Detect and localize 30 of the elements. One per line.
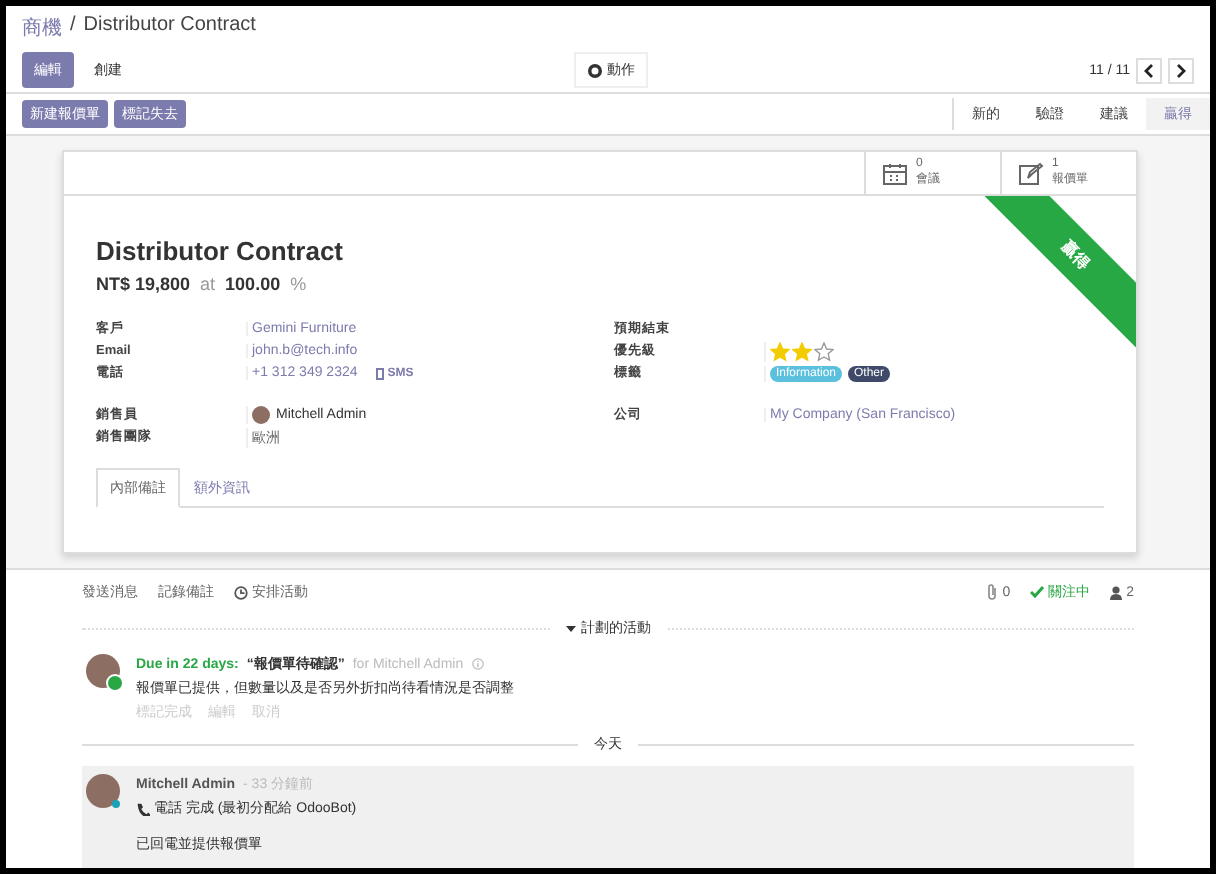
breadcrumb-separator: / [70, 14, 76, 40]
user-avatar [252, 406, 270, 424]
chevron-left-icon [1144, 63, 1154, 77]
at-label: at [200, 274, 216, 294]
probability-value: 100.00 [225, 274, 281, 294]
caret-down-icon [565, 625, 575, 631]
expected-revenue: NT$ 19,800 [96, 274, 191, 294]
person-icon [1110, 585, 1123, 599]
previous-button[interactable] [1136, 57, 1162, 83]
mobile-phone-icon [375, 367, 384, 379]
record-title: Distributor Contract [96, 236, 343, 266]
star-icon[interactable] [770, 341, 790, 361]
online-dot [112, 800, 120, 808]
clock-icon [234, 585, 248, 599]
breadcrumb-link[interactable]: 商機 [22, 14, 62, 42]
next-button[interactable] [1168, 57, 1194, 83]
phone-icon [136, 801, 150, 815]
check-icon [1030, 586, 1045, 598]
calendar-icon [882, 161, 908, 185]
chevron-right-icon [1176, 63, 1186, 77]
star-icon[interactable] [792, 341, 812, 361]
percent-sign: % [290, 274, 307, 294]
activity-badge [106, 674, 124, 692]
edit-icon [1018, 161, 1044, 185]
user-avatar [86, 774, 120, 808]
user-avatar [86, 654, 120, 688]
paperclip-icon [986, 584, 999, 600]
breadcrumb-current: Distributor Contract [83, 14, 256, 40]
star-icon[interactable] [814, 341, 834, 361]
info-icon [471, 658, 484, 670]
